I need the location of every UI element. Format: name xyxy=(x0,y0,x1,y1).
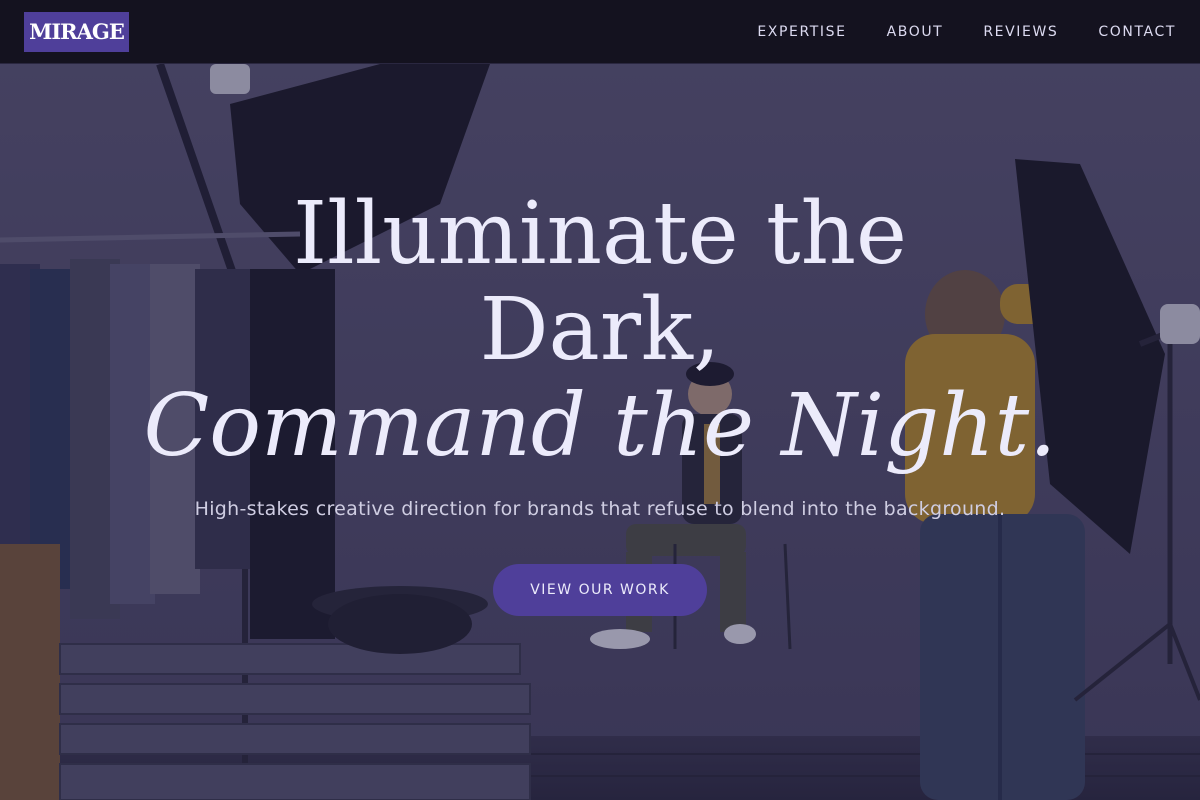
hero-headline: Illuminate the Dark, Command the Night. xyxy=(0,186,1200,474)
nav-link-about[interactable]: ABOUT xyxy=(887,24,944,40)
main-nav: EXPERTISE ABOUT REVIEWS CONTACT xyxy=(717,0,1176,64)
view-our-work-button[interactable]: VIEW OUR WORK xyxy=(493,564,707,616)
mirage-logo[interactable]: MIRAGE xyxy=(24,12,129,52)
hero-subtitle: High-stakes creative direction for brand… xyxy=(194,498,1006,520)
nav-link-expertise[interactable]: EXPERTISE xyxy=(757,24,846,40)
headline-line-1: Illuminate the xyxy=(293,184,907,284)
headline-line-2: Dark, xyxy=(479,280,721,380)
hero-content: Illuminate the Dark, Command the Night. … xyxy=(0,64,1200,800)
top-navbar: MIRAGE EXPERTISE ABOUT REVIEWS CONTACT xyxy=(0,0,1200,64)
nav-link-reviews[interactable]: REVIEWS xyxy=(983,24,1058,40)
headline-line-3: Command the Night. xyxy=(143,376,1057,476)
nav-link-contact[interactable]: CONTACT xyxy=(1098,24,1176,40)
